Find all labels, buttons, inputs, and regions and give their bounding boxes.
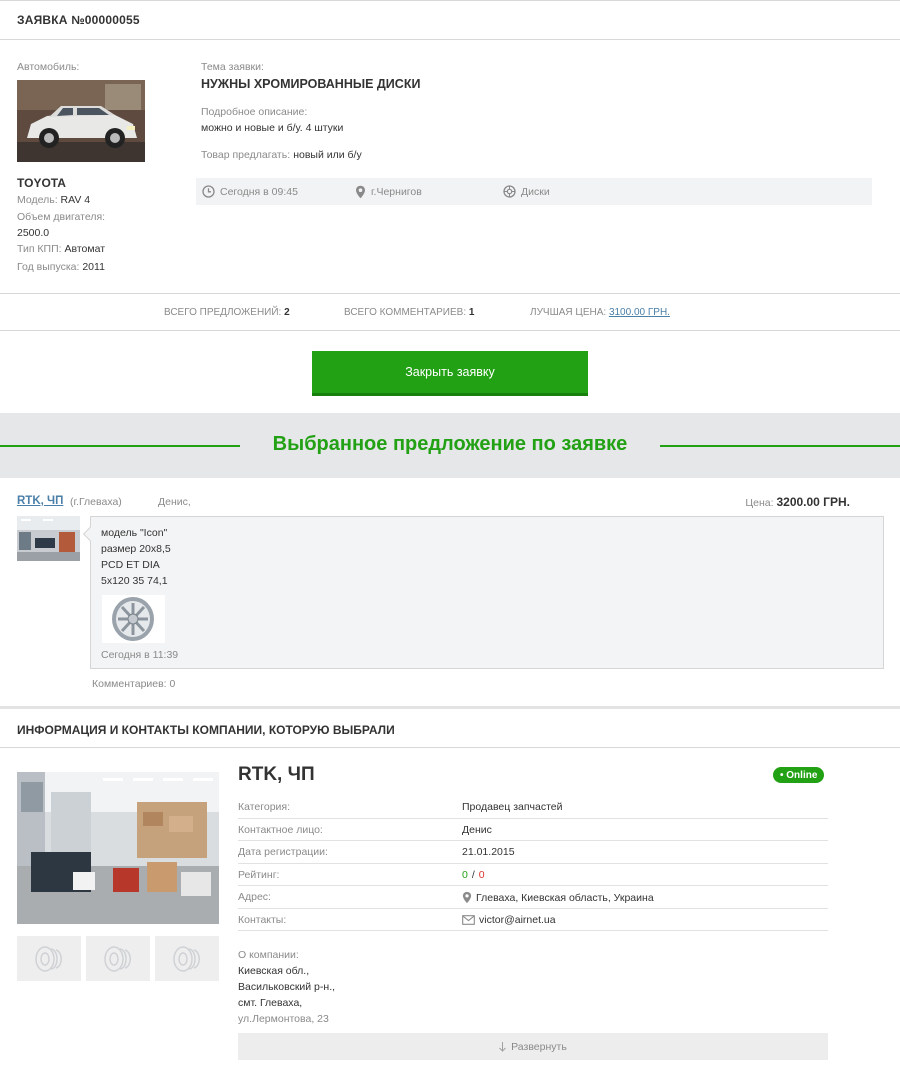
bubble-arrow xyxy=(82,526,98,542)
location-pin-icon xyxy=(356,185,365,199)
offer-time: Сегодня в 11:39 xyxy=(101,649,179,661)
offer-line-2: размер 20х8,5 xyxy=(101,543,171,555)
info-row-contacts: Контакты: victor@airnet.ua xyxy=(238,909,828,931)
request-header: ЗАЯВКА №00000055 xyxy=(0,0,900,40)
clock-icon xyxy=(202,185,215,198)
about-line-4: ул.Лермонтова, 23 xyxy=(238,1013,329,1025)
car-engine-label: Объем двигателя: xyxy=(17,211,106,223)
supplier-avatar[interactable] xyxy=(17,516,80,561)
offer-line-1: модель "Icon" xyxy=(101,527,168,539)
photo-placeholder-3[interactable] xyxy=(155,936,219,981)
photo-placeholder-1[interactable] xyxy=(17,936,81,981)
stat-offers: ВСЕГО ПРЕДЛОЖЕНИЙ: 2 xyxy=(164,307,290,318)
car-year: 2011 xyxy=(82,261,105,273)
request-stats: ВСЕГО ПРЕДЛОЖЕНИЙ: 2 ВСЕГО КОММЕНТАРИЕВ:… xyxy=(0,293,900,331)
stat-best-price: ЛУЧШАЯ ЦЕНА: 3100.00 грн. xyxy=(530,307,670,318)
car-model-line: Модель: RAV 4 xyxy=(17,194,91,206)
meta-category: Диски xyxy=(503,185,550,198)
photo-placeholder-2[interactable] xyxy=(86,936,150,981)
selected-offer-heading: Выбранное предложение по заявке xyxy=(272,433,628,455)
rating-negative: 0 xyxy=(478,868,485,881)
car-label: Автомобиль: xyxy=(17,61,80,73)
rating-positive: 0 xyxy=(462,868,468,881)
offer-details: модель "Icon" размер 20х8,5 PCD ET DIA 5… xyxy=(82,516,884,669)
supplier-person: Денис, xyxy=(158,496,191,508)
request-meta-bar: Сегодня в 09:45 г.Чернигов Диски xyxy=(196,178,872,205)
wheel-placeholder-icon xyxy=(173,945,200,972)
description-text: можно и новые и б/у. 4 штуки xyxy=(201,122,344,134)
info-row-rating: Рейтинг: 0/0 xyxy=(238,864,828,886)
wheel-icon xyxy=(503,185,516,198)
company-photo[interactable] xyxy=(17,772,219,924)
car-engine: 2500.0 xyxy=(17,227,50,239)
stat-comments: ВСЕГО КОММЕНТАРИЕВ: 1 xyxy=(344,307,475,318)
company-info-header: ИНФОРМАЦИЯ И КОНТАКТЫ КОМПАНИИ, КОТОРУЮ … xyxy=(0,706,900,748)
info-row-address: Адрес: Глеваха, Киевская область, Украин… xyxy=(238,886,828,909)
offer-price: Цена: 3200.00 ГРН. xyxy=(745,495,850,509)
about-company-label: О компании: xyxy=(238,949,299,961)
meta-city: г.Чернигов xyxy=(355,185,422,199)
about-line-3: смт. Глеваха, xyxy=(238,997,303,1009)
offer-comments-count[interactable]: Комментариев: 0 xyxy=(92,678,175,690)
offer-type: новый или б/у xyxy=(293,149,362,161)
info-row-category: Категория: Продавец запчастей xyxy=(238,796,828,819)
expand-button[interactable]: Развернуть xyxy=(238,1033,828,1060)
online-status-badge: • Online xyxy=(773,767,825,783)
car-gearbox: Автомат xyxy=(64,243,106,255)
supplier-city: (г.Глеваха) xyxy=(70,496,122,508)
car-brand: TOYOTA xyxy=(17,176,66,190)
request-title: ЗАЯВКА №00000055 xyxy=(17,13,140,27)
offer-wheel-photo[interactable] xyxy=(102,595,165,643)
wheel-placeholder-icon xyxy=(35,945,62,972)
car-gearbox-line: Тип КПП: Автомат xyxy=(17,243,106,255)
offer-line-4: 5х120 35 74,1 xyxy=(101,575,168,587)
about-line-2: Васильковский р-н., xyxy=(238,981,336,993)
offer-line-3: PCD ET DIA xyxy=(101,559,160,571)
topic-label: Тема заявки: xyxy=(201,61,264,73)
info-row-registration: Дата регистрации: 21.01.2015 xyxy=(238,841,828,864)
arrow-down-icon xyxy=(499,1041,507,1052)
car-year-line: Год выпуска: 2011 xyxy=(17,261,105,273)
supplier-link[interactable]: RTK, ЧП xyxy=(17,495,63,507)
topic-title: НУЖНЫ ХРОМИРОВАННЫЕ ДИСКИ xyxy=(201,77,421,91)
best-price-link[interactable]: 3100.00 грн. xyxy=(609,307,670,318)
wheel-placeholder-icon xyxy=(104,945,131,972)
company-email[interactable]: victor@airnet.ua xyxy=(479,914,556,926)
company-name: RTK, ЧП xyxy=(238,764,315,785)
location-pin-icon xyxy=(462,891,472,904)
mail-icon xyxy=(462,914,475,925)
car-photo xyxy=(17,80,145,162)
meta-time: Сегодня в 09:45 xyxy=(202,185,298,198)
selected-offer-band: Выбранное предложение по заявке xyxy=(0,413,900,478)
description-label: Подробное описание: xyxy=(201,106,308,118)
offer-type-line: Товар предлагать: новый или б/у xyxy=(201,149,362,161)
info-row-contact: Контактное лицо: Денис xyxy=(238,819,828,841)
car-model: RAV 4 xyxy=(60,194,91,206)
company-info-title: ИНФОРМАЦИЯ И КОНТАКТЫ КОМПАНИИ, КОТОРУЮ … xyxy=(17,723,395,737)
about-line-1: Киевская обл., xyxy=(238,965,310,977)
close-request-button[interactable]: Закрыть заявку xyxy=(312,351,588,396)
